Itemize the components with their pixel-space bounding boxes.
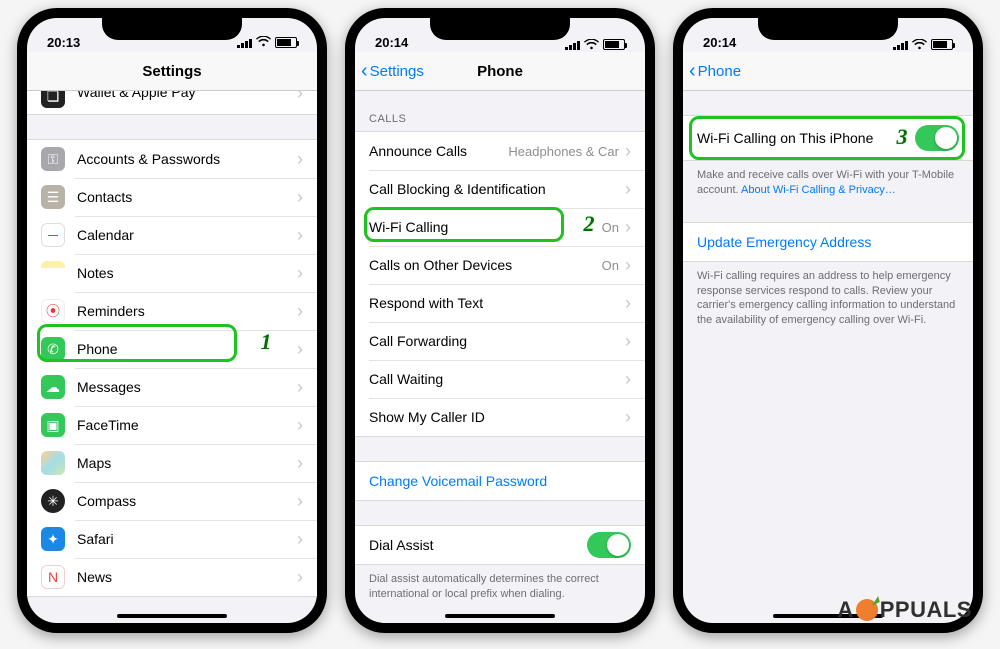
row-calendar[interactable]: — Calendar› (27, 216, 317, 254)
page-title: Settings (27, 63, 317, 80)
phone-icon: ✆ (41, 337, 65, 361)
home-indicator[interactable] (117, 614, 227, 618)
row-notes[interactable]: Notes› (27, 254, 317, 292)
wifi-icon (256, 35, 271, 50)
notch (758, 18, 898, 40)
nav-bar: Settings (27, 52, 317, 91)
row-compass[interactable]: ✳ Compass› (27, 482, 317, 520)
safari-icon: ✦ (41, 527, 65, 551)
chevron-left-icon: ‹ (689, 61, 696, 81)
wifi-icon (584, 39, 599, 50)
row-caller-id[interactable]: Show My Caller ID › (355, 398, 645, 436)
notch (430, 18, 570, 40)
step-3-badge: 3 (888, 123, 916, 151)
row-facetime[interactable]: ▣ FaceTime› (27, 406, 317, 444)
back-label: Phone (698, 63, 741, 80)
back-label: Settings (370, 63, 424, 80)
appuals-logo-icon (856, 599, 878, 621)
back-button[interactable]: ‹ Settings (355, 61, 424, 81)
row-contacts[interactable]: ☰ Contacts› (27, 178, 317, 216)
row-messages[interactable]: ☁ Messages› (27, 368, 317, 406)
key-icon: ⚿ (41, 147, 65, 171)
row-change-voicemail[interactable]: Change Voicemail Password (355, 462, 645, 500)
row-dial-assist[interactable]: Dial Assist (355, 526, 645, 564)
calendar-icon: — (41, 223, 65, 247)
row-maps[interactable]: Maps› (27, 444, 317, 482)
status-time: 20:13 (47, 35, 80, 50)
status-time: 20:14 (375, 35, 408, 50)
section-header-calls: CALLS (355, 91, 645, 131)
row-other-devices[interactable]: Calls on Other Devices On › (355, 246, 645, 284)
nav-bar: ‹ Settings Phone (355, 52, 645, 91)
battery-icon (931, 39, 953, 50)
notes-icon (41, 261, 65, 285)
row-wifi-calling-toggle[interactable]: Wi-Fi Calling on This iPhone (683, 116, 973, 160)
chevron-right-icon: › (625, 142, 631, 160)
row-wallet[interactable]: ❏ Wallet & Apple Pay › (27, 91, 317, 114)
wallet-icon: ❏ (41, 91, 65, 108)
appuals-watermark: APPUALS (837, 597, 972, 623)
row-news[interactable]: N News› (27, 558, 317, 596)
row-respond-text[interactable]: Respond with Text › (355, 284, 645, 322)
facetime-icon: ▣ (41, 413, 65, 437)
nav-bar: ‹ Phone (683, 52, 973, 91)
wifi-calling-toggle[interactable] (915, 125, 959, 151)
row-accounts[interactable]: ⚿ Accounts & Passwords› (27, 140, 317, 178)
reminders-icon: ⦿ (41, 299, 65, 323)
wifi-icon (912, 39, 927, 50)
messages-icon: ☁ (41, 375, 65, 399)
phone-settings: 20:13 Settings ❏ Wallet & Apple Pay (17, 8, 327, 633)
emergency-note: Wi-Fi calling requires an address to hel… (683, 262, 973, 328)
chevron-left-icon: ‹ (361, 61, 368, 81)
row-forwarding[interactable]: Call Forwarding › (355, 322, 645, 360)
row-waiting[interactable]: Call Waiting › (355, 360, 645, 398)
row-safari[interactable]: ✦ Safari› (27, 520, 317, 558)
phone-phone-settings: 20:14 ‹ Settings Phone CALLS Announ (345, 8, 655, 633)
dial-assist-note: Dial assist automatically determines the… (355, 565, 645, 602)
dial-assist-toggle[interactable] (587, 532, 631, 558)
signal-icon (565, 40, 580, 50)
news-icon: N (41, 565, 65, 589)
battery-icon (603, 39, 625, 50)
notch (102, 18, 242, 40)
chevron-right-icon: › (297, 91, 303, 102)
back-button[interactable]: ‹ Phone (683, 61, 741, 81)
privacy-link[interactable]: About Wi-Fi Calling & Privacy… (741, 184, 896, 196)
wifi-calling-note: Make and receive calls over Wi-Fi with y… (683, 161, 973, 198)
contacts-icon: ☰ (41, 185, 65, 209)
battery-icon (275, 37, 297, 48)
row-reminders[interactable]: ⦿ Reminders› (27, 292, 317, 330)
signal-icon (893, 40, 908, 50)
signal-icon (237, 38, 252, 48)
phone-wifi-calling: 20:14 ‹ Phone Wi-Fi Calling on This iPho… (673, 8, 983, 633)
row-announce-calls[interactable]: Announce Calls Headphones & Car › (355, 132, 645, 170)
row-label: Wallet & Apple Pay (77, 91, 297, 100)
row-update-emergency[interactable]: Update Emergency Address (683, 223, 973, 261)
home-indicator[interactable] (445, 614, 555, 618)
step-1-badge: 1 (252, 328, 280, 356)
step-2-badge: 2 (575, 210, 603, 238)
compass-icon: ✳ (41, 489, 65, 513)
status-time: 20:14 (703, 35, 736, 50)
row-call-blocking[interactable]: Call Blocking & Identification › (355, 170, 645, 208)
maps-icon (41, 451, 65, 475)
